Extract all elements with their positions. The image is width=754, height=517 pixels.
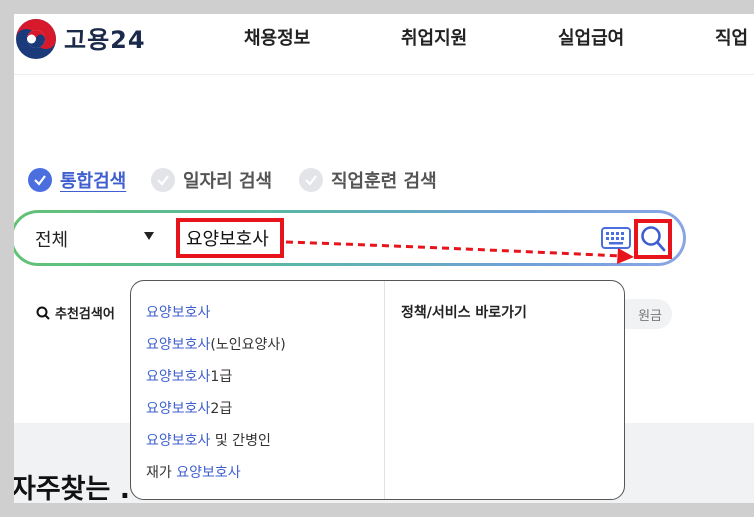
autocomplete-item[interactable]: 요양보호사 및 간병인 bbox=[146, 430, 271, 450]
suggestion-match: 요양보호사 bbox=[146, 401, 211, 417]
tab-label: 일자리 검색 bbox=[183, 171, 273, 192]
autocomplete-item[interactable]: 재가 요양보호사 bbox=[146, 462, 241, 482]
suggestion-match: 요양보호사 bbox=[176, 465, 241, 481]
suggestion-match: 요양보호사 bbox=[146, 369, 211, 385]
site-logo-text[interactable]: 고용24 bbox=[64, 20, 146, 55]
site-header: 고용24 채용정보 취업지원 실업급여 직업 bbox=[14, 14, 754, 75]
search-scope-select[interactable]: 전체 bbox=[35, 226, 68, 252]
suggestion-suffix: 및 간병인 bbox=[210, 433, 271, 449]
autocomplete-item[interactable]: 요양보호사1급 bbox=[146, 366, 232, 386]
check-circle-icon bbox=[28, 168, 52, 192]
annotation-arrow bbox=[285, 240, 634, 264]
recommended-keywords: 추천검색어 bbox=[36, 303, 115, 322]
divider bbox=[384, 281, 385, 499]
check-circle-icon bbox=[151, 168, 175, 192]
suggestion-prefix: 재가 bbox=[146, 465, 177, 481]
suggestion-suffix: 2급 bbox=[210, 401, 233, 417]
dropdown-arrow-icon[interactable] bbox=[144, 232, 154, 240]
policy-shortcuts-title: 정책/서비스 바로가기 bbox=[401, 305, 527, 321]
suggestion-match: 요양보호사 bbox=[146, 305, 211, 321]
tab-label: 통합검색 bbox=[60, 171, 127, 192]
faq-section-title: 자주찾는 . bbox=[14, 474, 131, 503]
tab-job-search[interactable]: 일자리 검색 bbox=[151, 165, 272, 195]
suggestion-suffix: 1급 bbox=[210, 369, 233, 385]
nav-item-jobs[interactable]: 채용정보 bbox=[244, 24, 310, 50]
tab-integrated-search[interactable]: 통합검색 bbox=[28, 165, 126, 195]
autocomplete-item[interactable]: 요양보호사2급 bbox=[146, 398, 232, 418]
search-icon bbox=[36, 306, 50, 320]
nav-item-employment-support[interactable]: 취업지원 bbox=[401, 24, 467, 50]
tab-label: 직업훈련 검색 bbox=[331, 171, 437, 192]
autocomplete-dropdown: 요양보호사 요양보호사(노인요양사) 요양보호사1급 요양보호사2급 요양보호사… bbox=[130, 280, 625, 500]
page: 고용24 채용정보 취업지원 실업급여 직업 통합검색 일자리 검색 직업훈련 … bbox=[14, 14, 754, 503]
autocomplete-item[interactable]: 요양보호사(노인요양사) bbox=[146, 334, 286, 354]
search-input[interactable]: 요양보호사 bbox=[176, 218, 284, 258]
taegeuk-logo-icon[interactable] bbox=[14, 17, 58, 61]
recommended-label: 추천검색어 bbox=[55, 307, 115, 322]
nav-item-occupation[interactable]: 직업 bbox=[715, 24, 748, 50]
suggestion-match: 요양보호사 bbox=[146, 433, 211, 449]
nav-item-unemployment-benefits[interactable]: 실업급여 bbox=[558, 24, 624, 50]
suggestion-suffix: (노인요양사) bbox=[210, 337, 286, 353]
suggestion-match: 요양보호사 bbox=[146, 337, 211, 353]
tab-training-search[interactable]: 직업훈련 검색 bbox=[299, 165, 437, 195]
autocomplete-item[interactable]: 요양보호사 bbox=[146, 302, 210, 322]
check-circle-icon bbox=[299, 168, 323, 192]
